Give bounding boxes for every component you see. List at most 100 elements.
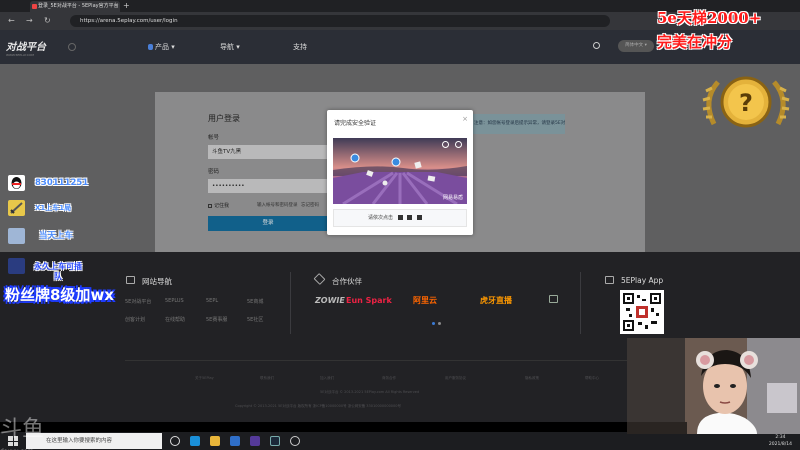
account-label: 帐号 — [208, 135, 220, 141]
footer-link[interactable]: 5E对战平台 — [125, 298, 151, 305]
search-icon[interactable] — [593, 42, 600, 49]
close-icon[interactable]: × — [462, 115, 468, 123]
app-icon — [605, 276, 614, 284]
target-glyph-icon — [407, 215, 413, 220]
store-icon[interactable] — [230, 436, 240, 446]
footer-link[interactable]: 创客计划 — [125, 316, 145, 323]
forever-line1: 永久上车可插 — [34, 262, 82, 271]
fans-text: 粉丝牌8级加wx — [5, 286, 114, 304]
file-explorer-icon[interactable] — [210, 436, 220, 446]
footer-rule — [125, 360, 665, 361]
chevron-down-icon: ▾ — [236, 43, 240, 51]
captcha-brand: 网易易盾 — [442, 195, 463, 201]
rank-banner-line2: 完美在冲分 — [657, 33, 733, 51]
rank-banner-line1: 5e天梯2000+ — [657, 9, 762, 27]
captcha-modal: 请完成安全验证 × 网易易盾 请依次点击 — [327, 110, 473, 235]
app-icon[interactable] — [250, 436, 260, 446]
footer-link[interactable]: 5EPLUS — [165, 298, 184, 304]
info-icon[interactable] — [442, 141, 449, 148]
login-button[interactable]: 登录 — [208, 216, 328, 231]
webcam-feed — [627, 338, 800, 434]
nav-navigation[interactable]: 导航 ▾ — [220, 42, 240, 52]
reload-button[interactable]: ↻ — [44, 15, 51, 27]
carousel-dot-active[interactable] — [432, 322, 435, 325]
taskbar: 在这里输入你要搜索的内容 2:34 2021/8/14 — [0, 432, 800, 450]
bottom-link[interactable]: 加入我们 — [320, 376, 334, 381]
back-button[interactable]: ← — [8, 15, 15, 27]
browser-tab[interactable]: 登录_5E对战平台 - 5EPlay官方平台 × — [30, 1, 120, 12]
footer-link[interactable]: 5E赛事服 — [206, 316, 227, 323]
icp-line: Copyright © 2013-2021 5E对战平台 版权所有 浙ICP备1… — [235, 404, 401, 408]
footer-link[interactable]: 5E商城 — [247, 298, 263, 305]
nav-support-label: 支持 — [293, 43, 307, 51]
footer-divider — [580, 272, 581, 334]
bottom-link[interactable]: 用户服务协议 — [445, 376, 466, 381]
nav-navigation-label: 导航 — [220, 43, 234, 51]
nav-support[interactable]: 支持 — [293, 42, 307, 52]
captcha-hint-text: 请依次点击 — [368, 215, 394, 221]
rank-banner: 5e天梯2000+ 完美在冲分 — [657, 6, 761, 54]
cortana-icon[interactable] — [170, 436, 180, 446]
bottom-link[interactable]: 隐私政策 — [525, 376, 539, 381]
url-input[interactable]: https://arena.5eplay.com/user/login — [70, 15, 610, 27]
streamer-camera-image — [627, 338, 800, 434]
partner-logo[interactable]: Eun Spark — [346, 291, 392, 311]
new-tab-button[interactable]: + — [123, 0, 130, 12]
qq-number: 830111251 — [35, 178, 89, 188]
screen: 登录_5E对战平台 - 5EPlay官方平台 × + ← → ↻ https:/… — [0, 0, 800, 450]
captcha-hint: 请依次点击 — [333, 209, 467, 227]
login-hint-link[interactable]: 输入帐号和密码登录 — [257, 202, 298, 208]
chevron-down-icon: ▾ — [171, 43, 175, 51]
partner-logo[interactable]: 虎牙直播 — [480, 291, 512, 311]
login-title: 用户登录 — [208, 114, 240, 123]
tab-title: 登录_5E对战平台 - 5EPlay官方平台 — [38, 3, 119, 9]
nav-products[interactable]: 产品 ▾ — [148, 42, 175, 52]
footer-divider — [290, 272, 291, 334]
site-logo[interactable]: 对战平台 WWW.5EPLAY.COM — [6, 38, 68, 57]
forever-text: 永久上车可插 队 — [34, 262, 82, 282]
partner-badge-icon[interactable] — [549, 295, 558, 303]
favicon-icon — [32, 4, 37, 9]
site-nav-title: 网站导航 — [142, 277, 172, 286]
bottom-link[interactable]: 联系我们 — [260, 376, 274, 381]
logo-badge-icon — [68, 43, 76, 51]
partner-logo[interactable]: ZOWIE — [315, 291, 345, 311]
chrome-icon[interactable] — [290, 436, 300, 446]
tab-close-icon[interactable]: × — [114, 1, 118, 12]
target-glyph-icon — [416, 215, 422, 220]
qq-icon — [8, 175, 25, 191]
medal-symbol: ? — [739, 89, 753, 117]
partner-logo[interactable]: 阿里云 — [413, 291, 437, 311]
edge-icon[interactable] — [190, 436, 200, 446]
steam-icon[interactable] — [270, 436, 280, 446]
language-select[interactable]: 简体中文 ▾ — [618, 40, 654, 52]
bottom-link[interactable]: 帮助中心 — [585, 376, 599, 381]
taskbar-clock[interactable]: 2:34 2021/8/14 — [769, 434, 792, 448]
forever-line2: 队 — [54, 272, 62, 281]
password-input[interactable]: •••••••••• — [208, 179, 328, 193]
site-nav-icon — [126, 276, 135, 284]
watermark-subtext: douyu.com — [0, 440, 33, 450]
bottom-link[interactable]: 关于5EPlay — [195, 376, 214, 381]
app-title: 5EPlay App — [621, 276, 664, 285]
refresh-icon[interactable] — [455, 141, 462, 148]
watermark-text: 斗鱼 — [0, 417, 45, 442]
qr-code-icon — [623, 293, 661, 331]
footer-link[interactable]: 在线帮助 — [165, 316, 185, 323]
forgot-password-link[interactable]: 忘记密码 — [301, 202, 319, 208]
remember-checkbox[interactable]: 记住我 — [208, 202, 229, 209]
captcha-title: 请完成安全验证 — [334, 120, 377, 127]
nav-products-label: 产品 — [155, 43, 169, 51]
clock-time: 2:34 — [775, 435, 786, 440]
rank-medal-icon: ? — [702, 76, 790, 128]
captcha-image[interactable]: 网易易盾 — [333, 138, 467, 204]
remember-label: 记住我 — [214, 203, 230, 209]
footer-link[interactable]: 5E社区 — [247, 316, 263, 323]
account-input[interactable]: 斗鱼TV九黑 — [208, 145, 328, 159]
footer-link[interactable]: 5EPL — [206, 298, 218, 304]
bottom-link[interactable]: 商务合作 — [382, 376, 396, 381]
avatar-icon — [8, 258, 25, 274]
sword-icon — [8, 200, 25, 216]
forward-button[interactable]: → — [26, 15, 33, 27]
carousel-dot[interactable] — [438, 322, 441, 325]
